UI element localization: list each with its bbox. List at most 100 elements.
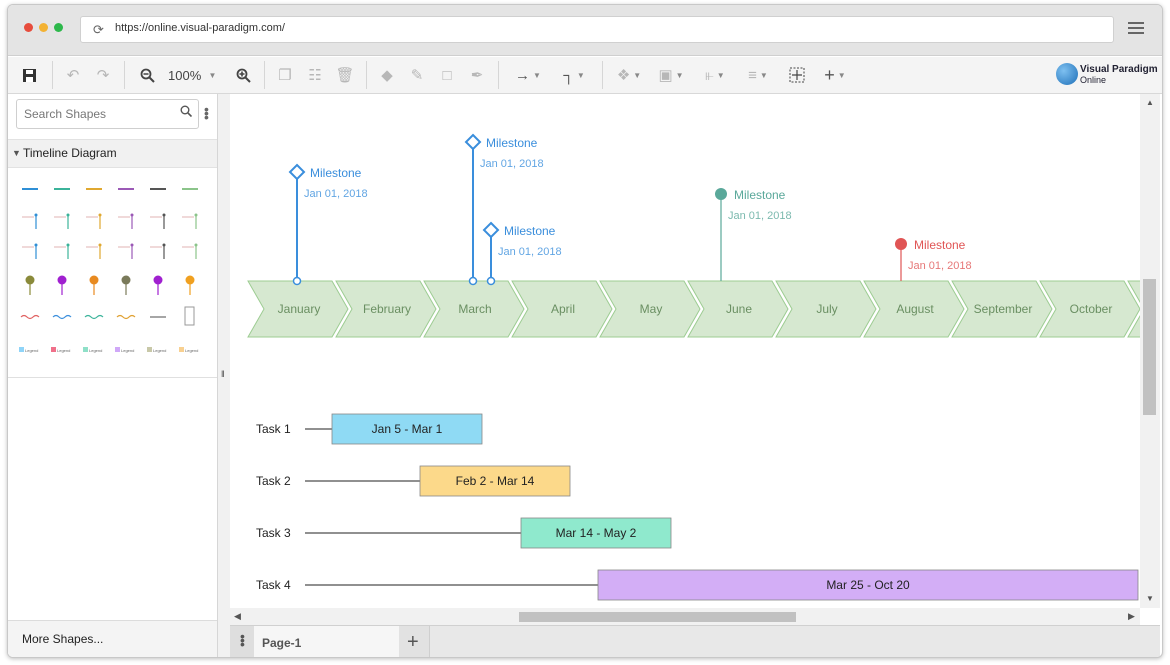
legend-shape[interactable]: Legend — [51, 347, 70, 353]
milestone[interactable]: Milestone Jan 01, 2018 — [715, 188, 792, 281]
arrange-icon[interactable]: ▣ ▼ — [652, 57, 690, 93]
paste-icon[interactable]: ☷ — [304, 57, 326, 93]
milestone-pin-shape[interactable] — [89, 275, 99, 296]
task-label: Task 4 — [256, 578, 291, 592]
add-page-button[interactable]: + — [399, 626, 430, 657]
close-window-dot[interactable] — [24, 23, 33, 32]
zoom-out-icon[interactable] — [136, 57, 158, 93]
milestone-flag-shape[interactable] — [54, 213, 70, 230]
box-shape[interactable] — [184, 306, 195, 326]
distribute-icon[interactable]: ≡ ▼ — [738, 57, 778, 93]
zoom-level[interactable]: 100% — [168, 68, 201, 83]
milestone-pin-shape[interactable] — [57, 275, 67, 296]
legend-shape[interactable]: Legend — [147, 347, 166, 353]
browser-menu-icon[interactable] — [1128, 22, 1144, 34]
milestone-diamond-marker[interactable] — [482, 221, 500, 239]
format-painter-icon[interactable]: ✒ — [466, 57, 488, 93]
sidebar-splitter[interactable]: ‖ — [218, 94, 230, 657]
milestone-pin-shape[interactable] — [185, 275, 195, 296]
reload-icon[interactable]: ⟳ — [93, 22, 104, 38]
milestone-flag-shape[interactable] — [150, 213, 166, 230]
fit-page-icon[interactable] — [786, 57, 808, 93]
category-timeline-diagram[interactable]: ▼ Timeline Diagram — [8, 139, 217, 168]
milestone-pin-shape[interactable] — [121, 275, 131, 296]
task-row[interactable]: Task 1 Jan 5 - Mar 1 — [256, 413, 483, 445]
search-icon[interactable] — [180, 105, 193, 120]
more-shapes-label: More Shapes... — [22, 632, 104, 646]
search-shapes-input[interactable]: Search Shapes — [16, 99, 199, 129]
wavy-line-shape[interactable] — [116, 314, 136, 320]
task-row[interactable]: Task 4 Mar 25 - Oct 20 — [256, 569, 1139, 601]
milestone-label: Milestone — [914, 238, 966, 252]
month-label: June — [726, 302, 752, 316]
month-label: April — [551, 302, 575, 316]
save-icon[interactable] — [18, 57, 40, 93]
vertical-scrollbar[interactable]: ▲ ▼ — [1140, 94, 1160, 608]
milestone-flag-shape[interactable] — [54, 243, 70, 260]
milestone-flag-shape[interactable] — [150, 243, 166, 260]
scroll-left-icon[interactable]: ◀ — [234, 611, 241, 622]
search-placeholder: Search Shapes — [24, 107, 107, 121]
task-row[interactable]: Task 2 Feb 2 - Mar 14 — [256, 465, 571, 497]
add-page-icon[interactable]: + — [407, 631, 419, 654]
wavy-line-shape[interactable] — [52, 314, 72, 320]
maximize-window-dot[interactable] — [54, 23, 63, 32]
redo-icon[interactable]: ↷ — [92, 57, 114, 93]
minimize-window-dot[interactable] — [39, 23, 48, 32]
legend-shape[interactable]: Legend — [83, 347, 102, 353]
milestone-flag-shape[interactable] — [182, 213, 198, 230]
fill-color-icon[interactable]: ◆ — [376, 57, 398, 93]
horizontal-scroll-thumb[interactable] — [519, 612, 796, 622]
milestone[interactable]: Milestone Jan 01, 2018 — [482, 221, 562, 286]
milestone-flag-shape[interactable] — [182, 243, 198, 260]
milestone-flag-shape[interactable] — [86, 243, 102, 260]
collapse-arrow-icon[interactable]: ▼ — [12, 148, 21, 158]
milestone-flag-shape[interactable] — [22, 213, 38, 230]
milestone-flag-shape[interactable] — [86, 213, 102, 230]
horizontal-scrollbar[interactable]: ◀ ▶ — [230, 608, 1140, 625]
more-shapes-button[interactable]: More Shapes... — [8, 620, 217, 657]
group-icon[interactable]: ❖ ▼ — [610, 57, 648, 93]
milestone-circle-marker[interactable] — [715, 188, 727, 200]
insert-icon[interactable]: + ▼ — [816, 57, 854, 93]
milestone-pin-shape[interactable] — [153, 275, 163, 296]
milestone[interactable]: Milestone Jan 01, 2018 — [895, 238, 972, 281]
milestone-diamond-marker[interactable] — [288, 163, 306, 181]
milestone-flag-shape[interactable] — [118, 213, 134, 230]
copy-icon[interactable]: ❐ — [274, 57, 296, 93]
page-tab[interactable]: Page-1 — [254, 626, 400, 657]
shadow-icon[interactable]: □ — [436, 57, 458, 93]
wavy-line-shape[interactable] — [20, 314, 40, 320]
vertical-scroll-thumb[interactable] — [1143, 279, 1156, 415]
task-row[interactable]: Task 3 Mar 14 - May 2 — [256, 517, 672, 549]
zoom-in-icon[interactable] — [232, 57, 254, 93]
legend-shape[interactable]: Legend — [115, 347, 134, 353]
align-icon[interactable]: ⫦ ▼ — [696, 57, 734, 93]
wavy-line-shape[interactable] — [84, 314, 104, 320]
diagram-canvas[interactable]: January February March April May June July Augu… — [230, 94, 1140, 608]
milestone[interactable]: Milestone Jan 01, 2018 — [288, 163, 368, 286]
milestone-date: Jan 01, 2018 — [728, 210, 792, 222]
zoom-dropdown-icon[interactable]: ▼ — [204, 57, 218, 93]
milestone[interactable]: Milestone Jan 01, 2018 — [464, 133, 544, 286]
legend-shape[interactable]: Legend — [179, 347, 198, 353]
scroll-up-icon[interactable]: ▲ — [1146, 98, 1154, 107]
milestone-circle-marker[interactable] — [895, 238, 907, 250]
sidebar-menu-icon[interactable]: • • • — [204, 102, 209, 124]
scroll-down-icon[interactable]: ▼ — [1146, 594, 1154, 603]
page-menu-icon[interactable]: • • • — [230, 626, 255, 657]
toolbar: ↶ ↷ 100% ▼ ❐ ☷ 🗑︎ ◆ ✎ □ ✒ → ▼ ┐ ▼ ❖ ▼ ▣ ▼ ⫦ ▼… — [8, 57, 1162, 94]
splitter-grip-icon[interactable]: ‖ — [221, 369, 225, 379]
address-bar[interactable]: ⟳ https://online.visual-paradigm.com/ — [80, 16, 1114, 43]
scroll-right-icon[interactable]: ▶ — [1128, 611, 1135, 622]
milestone-flag-shape[interactable] — [22, 243, 38, 260]
line-color-icon[interactable]: ✎ — [406, 57, 428, 93]
undo-icon[interactable]: ↶ — [62, 57, 84, 93]
connector-type-icon[interactable]: ┐ ▼ — [554, 57, 594, 93]
delete-icon[interactable]: 🗑︎ — [334, 57, 356, 93]
milestone-pin-shape[interactable] — [25, 275, 35, 296]
milestone-diamond-marker[interactable] — [464, 133, 482, 151]
legend-shape[interactable]: Legend — [19, 347, 38, 353]
connector-style-icon[interactable]: → ▼ — [508, 57, 548, 93]
milestone-flag-shape[interactable] — [118, 243, 134, 260]
